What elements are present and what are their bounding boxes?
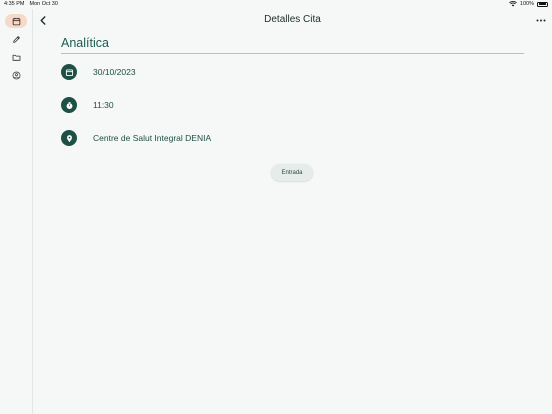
sidebar-item-edit[interactable] [5,32,27,46]
entrada-button[interactable]: Entrada [271,164,313,181]
profile-icon [12,71,20,79]
calendar-icon [65,69,73,76]
status-time: 4:35 PM [4,1,25,7]
status-date: Mon Oct 30 [29,1,58,7]
location-row: Centre de Salut Integral DENIA [61,130,211,146]
sidebar-item-documents[interactable] [5,50,27,64]
battery-percent: 100% [519,1,534,7]
wifi-icon [509,1,517,7]
appointment-title: Analítica [61,31,524,54]
page-title: Detalles Cita [264,14,321,25]
location-icon-badge [61,130,77,146]
pencil-icon [12,35,20,43]
top-bar: Detalles Cita [33,9,552,31]
folder-icon [12,54,20,61]
battery-icon [537,1,548,7]
sidebar-item-profile[interactable] [5,68,27,82]
stopwatch-icon [66,101,72,109]
appointment-header: Analítica [61,31,524,54]
more-horizontal-icon [536,19,546,21]
sidebar [0,9,33,414]
sidebar-item-calendar[interactable] [5,14,27,28]
time-row: 11:30 [61,97,114,113]
status-bar: 4:35 PM Mon Oct 30 100% [0,0,552,9]
date-row: 30/10/2023 [61,64,136,80]
more-options-button[interactable] [535,15,547,25]
location-pin-icon [66,134,72,142]
appointment-time: 11:30 [93,100,114,110]
appointment-date: 30/10/2023 [93,67,136,77]
time-icon-badge [61,97,77,113]
appointment-location: Centre de Salut Integral DENIA [93,133,212,143]
date-icon-badge [61,64,77,80]
calendar-icon [12,17,20,25]
